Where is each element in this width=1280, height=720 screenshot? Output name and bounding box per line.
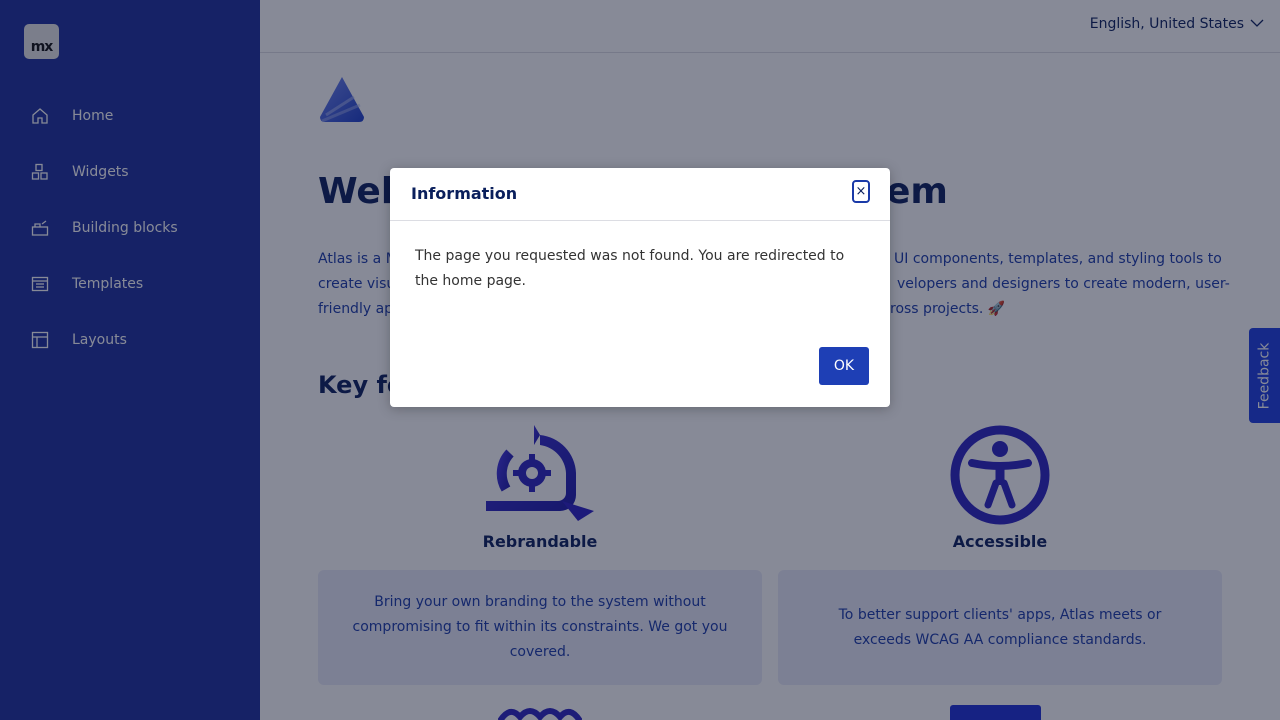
ok-button[interactable]: OK [819,347,869,385]
dialog-header: Information × [390,168,890,221]
dialog-message: The page you requested was not found. Yo… [415,248,845,289]
close-icon: × [855,184,867,199]
information-dialog: Information × The page you requested was… [390,168,890,407]
close-button[interactable]: × [852,180,870,203]
dialog-title: Information [411,184,518,203]
